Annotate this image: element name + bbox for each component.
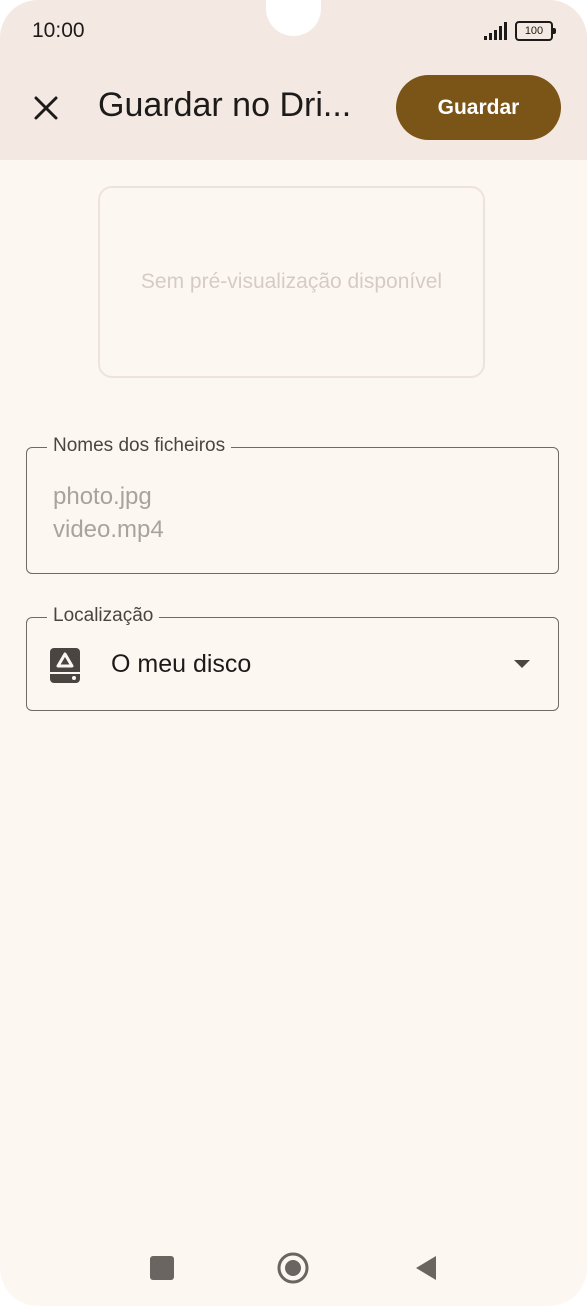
close-icon <box>34 96 58 120</box>
battery-icon: 100 <box>515 21 556 41</box>
home-button[interactable] <box>277 1252 309 1284</box>
filenames-label: Nomes dos ficheiros <box>47 435 232 457</box>
filename-item: video.mp4 <box>53 516 164 543</box>
file-preview: Sem pré-visualização disponível <box>98 186 485 378</box>
save-button[interactable]: Guardar <box>396 75 561 140</box>
status-time: 10:00 <box>32 19 85 42</box>
back-button[interactable] <box>414 1254 438 1282</box>
filename-item: photo.jpg <box>53 483 152 510</box>
page-title: Guardar no Dri... <box>98 86 352 124</box>
chevron-down-icon <box>514 660 530 668</box>
preview-placeholder-text: Sem pré-visualização disponível <box>140 270 443 293</box>
filenames-field[interactable]: Nomes dos ficheiros photo.jpg video.mp4 <box>26 435 559 574</box>
system-nav-bar <box>0 1230 587 1306</box>
status-icons: 100 <box>484 21 556 41</box>
location-value: O meu disco <box>111 650 252 678</box>
recents-button[interactable] <box>150 1256 174 1280</box>
filenames-list: photo.jpg video.mp4 <box>53 480 164 546</box>
signal-icon <box>484 22 507 40</box>
drive-icon <box>50 648 80 683</box>
close-button[interactable] <box>28 90 64 126</box>
location-label: Localização <box>47 605 160 627</box>
screen: 10:00 100 Guardar no Dri... Guardar Sem … <box>0 0 587 1306</box>
location-dropdown[interactable]: Localização O meu disco <box>26 605 559 711</box>
